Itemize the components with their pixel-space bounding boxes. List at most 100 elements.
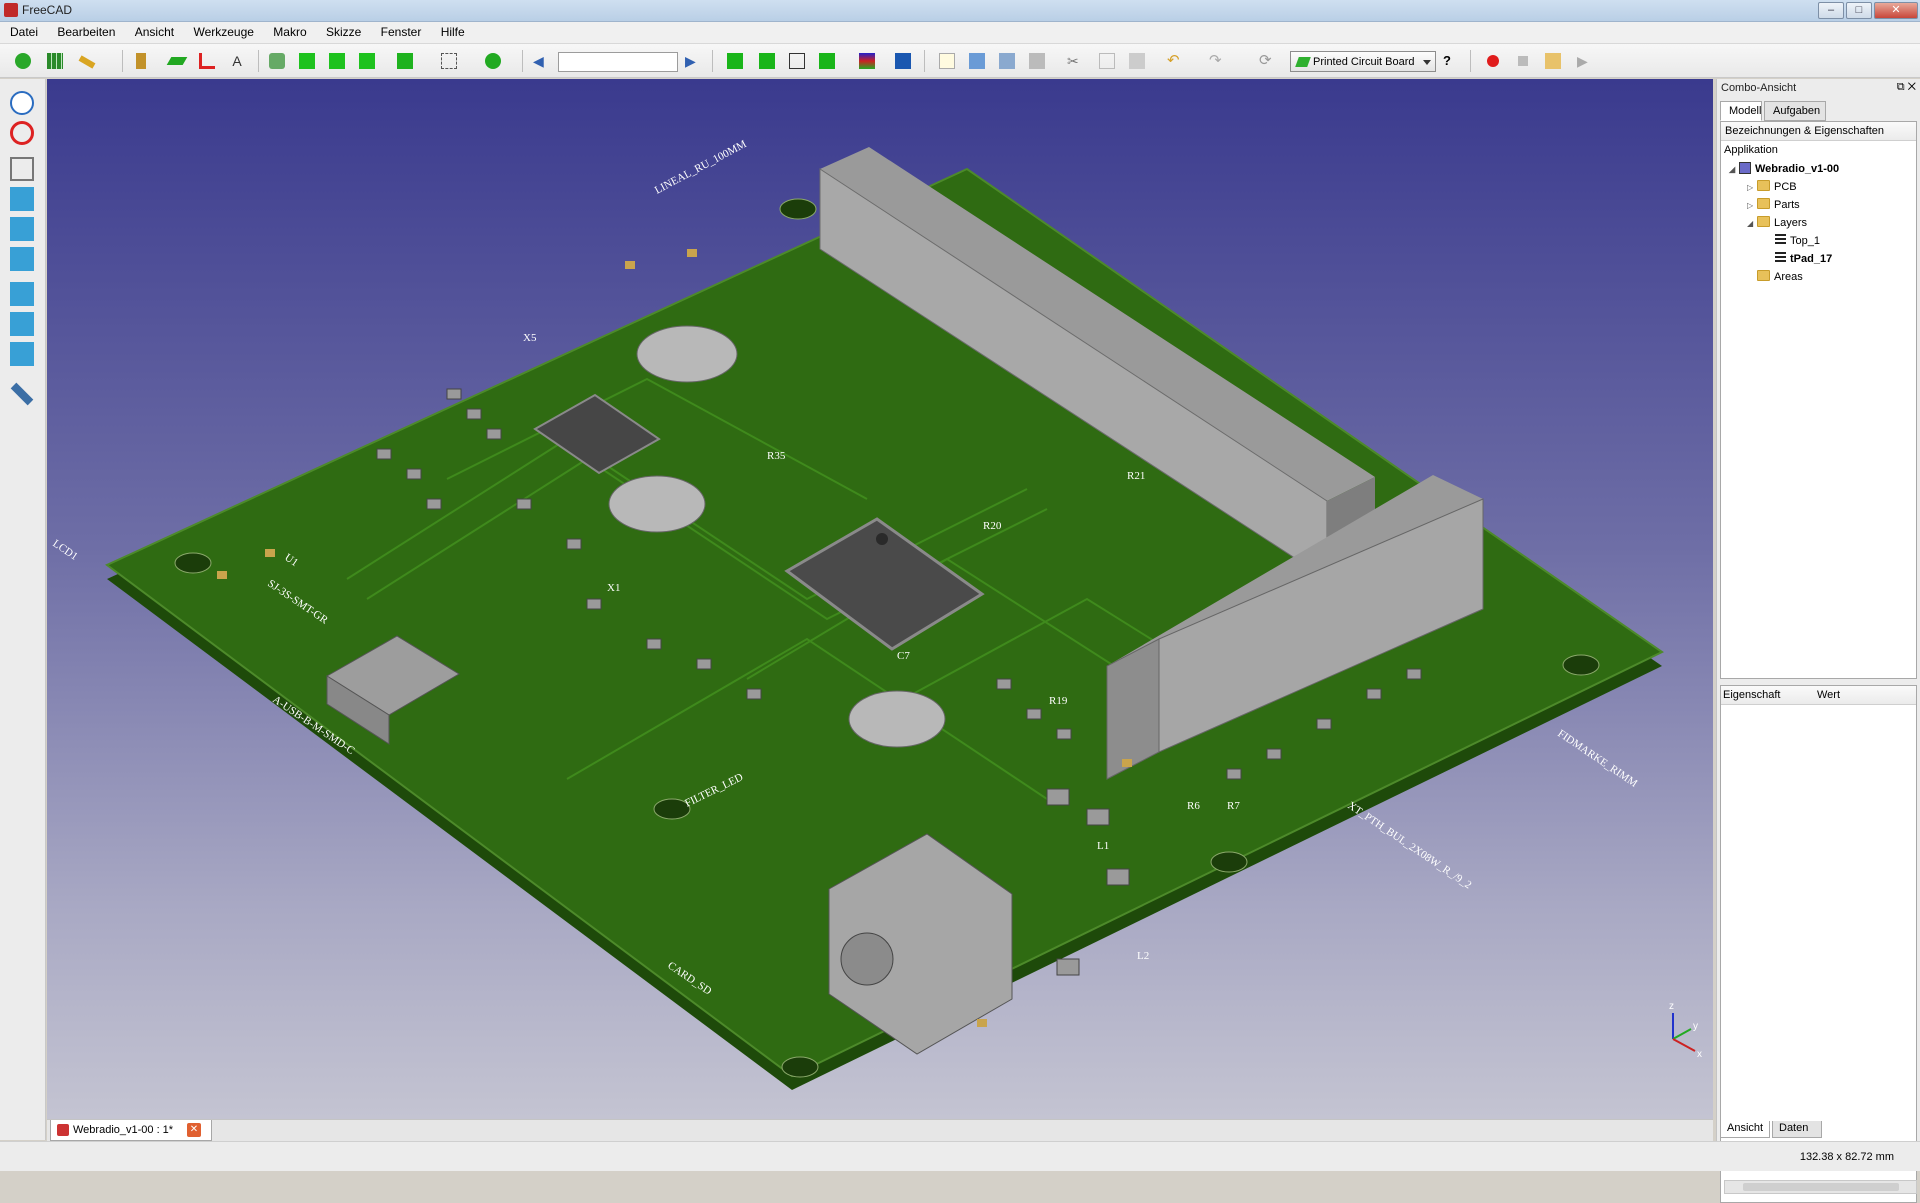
board-icon[interactable] xyxy=(892,51,914,71)
layer-icon xyxy=(1775,234,1786,245)
rear-view-icon[interactable] xyxy=(10,282,34,306)
menu-makro[interactable]: Makro xyxy=(265,22,314,44)
silk-label: LINEAL_RU_100MM xyxy=(653,138,749,197)
menu-bearbeiten[interactable]: Bearbeiten xyxy=(49,22,123,44)
paste-icon[interactable] xyxy=(1126,51,1148,71)
zoom-fit-icon[interactable] xyxy=(10,91,34,115)
silk-label: FIDMARKE_RIMM xyxy=(1555,728,1639,790)
tab-modell[interactable]: Modell xyxy=(1720,101,1762,121)
open-file-icon[interactable] xyxy=(966,51,988,71)
table-icon[interactable] xyxy=(44,51,66,71)
copy-icon[interactable] xyxy=(1096,51,1118,71)
col-eigenschaft[interactable]: Eigenschaft xyxy=(1723,689,1780,701)
menu-hilfe[interactable]: Hilfe xyxy=(433,22,473,44)
maximize-button[interactable]: □ xyxy=(1846,2,1872,19)
layer-icon[interactable] xyxy=(166,51,188,71)
left-view-icon[interactable] xyxy=(10,342,34,366)
minimize-button[interactable]: – xyxy=(1818,2,1844,19)
menu-ansicht[interactable]: Ansicht xyxy=(127,22,182,44)
panel-float-close-icons[interactable]: ⧉ ✕ xyxy=(1897,81,1916,94)
record-icon[interactable] xyxy=(1482,51,1504,71)
text-icon[interactable]: A xyxy=(226,51,248,71)
close-tab-icon[interactable]: ✕ xyxy=(187,1123,201,1137)
front-view-icon[interactable] xyxy=(756,51,778,71)
new-file-icon[interactable] xyxy=(936,51,958,71)
close-button[interactable]: ✕ xyxy=(1874,2,1918,19)
tree-item-pcb[interactable]: ▷ PCB xyxy=(1747,180,1797,198)
menu-bar: Datei Bearbeiten Ansicht Werkzeuge Makro… xyxy=(0,22,1920,44)
menu-werkzeuge[interactable]: Werkzeuge xyxy=(185,22,261,44)
stop-icon[interactable] xyxy=(1512,51,1534,71)
box-icon[interactable] xyxy=(394,51,416,71)
silk-label: L1 xyxy=(1097,840,1109,852)
macro-icon[interactable] xyxy=(1542,51,1564,71)
tree-item-top1[interactable]: Top_1 xyxy=(1775,234,1820,252)
col-wert[interactable]: Wert xyxy=(1817,689,1840,701)
right-view-icon[interactable] xyxy=(10,247,34,271)
tab-ansicht[interactable]: Ansicht xyxy=(1720,1121,1770,1138)
wire-view-icon[interactable] xyxy=(786,51,808,71)
part-icon[interactable] xyxy=(130,51,152,71)
box-add-icon[interactable] xyxy=(296,51,318,71)
crystal xyxy=(636,325,738,383)
refresh-icon[interactable]: ⟳ xyxy=(1256,51,1278,71)
top-view-icon-left[interactable] xyxy=(10,217,34,241)
front-view-icon-left[interactable] xyxy=(10,187,34,211)
measure-icon[interactable] xyxy=(10,382,34,406)
tab-aufgaben[interactable]: Aufgaben xyxy=(1764,101,1826,121)
axo-view-icon[interactable] xyxy=(10,157,34,181)
wrench-icon[interactable] xyxy=(76,51,98,71)
tree-item-applikation[interactable]: Applikation xyxy=(1724,144,1778,162)
back-icon[interactable]: ◀ xyxy=(530,51,552,71)
menu-skizze[interactable]: Skizze xyxy=(318,22,369,44)
tree-item-document[interactable]: ◢ Webradio_v1-00 xyxy=(1729,162,1839,180)
undo-icon[interactable]: ↶ xyxy=(1164,51,1186,71)
document-tab[interactable]: Webradio_v1-00 : 1* ✕ xyxy=(50,1120,212,1141)
forward-icon[interactable]: ▶ xyxy=(682,51,704,71)
axis-cross: z y x xyxy=(1669,1001,1702,1060)
save-icon[interactable] xyxy=(996,51,1018,71)
tree-item-parts[interactable]: ▷ Parts xyxy=(1747,198,1800,216)
silk-label: LCD1 xyxy=(50,538,80,563)
tree-item-tpad17[interactable]: tPad_17 xyxy=(1775,252,1832,270)
axis-y-label: y xyxy=(1693,1021,1698,1032)
cut-icon[interactable]: ✂ xyxy=(1064,51,1086,71)
menu-datei[interactable]: Datei xyxy=(2,22,46,44)
status-bar: 132.38 x 82.72 mm xyxy=(0,1141,1920,1171)
tree-item-layers[interactable]: ◢ Layers xyxy=(1747,216,1807,234)
property-scrollbar[interactable] xyxy=(1724,1180,1917,1194)
whatsthis-icon[interactable]: ? xyxy=(1440,51,1462,71)
box-sub-icon[interactable] xyxy=(326,51,348,71)
print-icon[interactable] xyxy=(1026,51,1048,71)
select-box-icon[interactable] xyxy=(438,51,460,71)
draw-style-icon[interactable] xyxy=(10,121,34,145)
crystal xyxy=(608,475,706,533)
mounting-hole xyxy=(1562,654,1600,676)
group-icon[interactable] xyxy=(482,51,504,71)
layers-icon[interactable] xyxy=(856,51,878,71)
menu-fenster[interactable]: Fenster xyxy=(373,22,430,44)
box-move-icon[interactable] xyxy=(356,51,378,71)
play-icon[interactable]: ▶ xyxy=(1574,51,1596,71)
bottom-view-icon[interactable] xyxy=(10,312,34,336)
tree-item-areas[interactable]: Areas xyxy=(1757,270,1803,288)
silk-label: L2 xyxy=(1137,950,1149,962)
folder-icon xyxy=(1757,198,1770,209)
main-toolbar: A ◀ ▶ ✂ ↶ ↷ ⟳ Printed Circuit Board ? ▶ xyxy=(0,44,1920,78)
view-toolbar xyxy=(0,79,46,1140)
redo-icon[interactable]: ↷ xyxy=(1206,51,1228,71)
freecad-logo-icon xyxy=(4,3,18,17)
route-icon[interactable] xyxy=(196,51,218,71)
tab-daten[interactable]: Daten xyxy=(1772,1121,1822,1138)
top-view-icon[interactable] xyxy=(816,51,838,71)
silk-label: R21 xyxy=(1127,470,1145,482)
workbench-selector[interactable]: Printed Circuit Board xyxy=(1290,51,1436,72)
new-pcb-icon[interactable] xyxy=(12,51,34,71)
3d-viewport[interactable]: LINEAL_RU_100MM SJ-3S-SMT-GR A-USB-B-M-S… xyxy=(47,79,1713,1119)
title-bar: FreeCAD – □ ✕ xyxy=(0,0,1920,22)
axis-x-label: x xyxy=(1697,1049,1702,1060)
snap-icon[interactable] xyxy=(266,51,288,71)
tree-header: Bezeichnungen & Eigenschaften xyxy=(1721,122,1916,141)
iso-view-icon[interactable] xyxy=(724,51,746,71)
url-input[interactable] xyxy=(558,52,678,72)
